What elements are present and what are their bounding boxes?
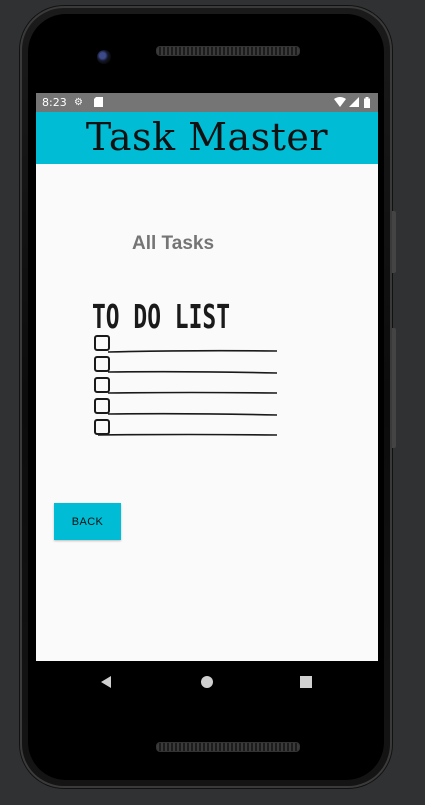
page-heading: All Tasks — [132, 233, 215, 254]
volume-button[interactable] — [392, 211, 396, 273]
battery-icon — [364, 93, 370, 112]
wifi-icon — [334, 93, 346, 112]
nav-back-icon[interactable] — [86, 661, 126, 703]
top-speaker — [156, 46, 300, 56]
bottom-speaker — [156, 742, 300, 752]
settings-icon: ⚙ — [74, 97, 83, 108]
app-screen: 8:23 ⚙ Task Master All Tasks TO DO LIST — [36, 93, 378, 661]
back-button[interactable]: BACK — [54, 503, 121, 540]
cell-signal-icon — [349, 93, 359, 112]
nav-home-icon[interactable] — [187, 661, 227, 703]
app-bar: Task Master — [36, 112, 378, 164]
todo-list-image: TO DO LIST — [90, 293, 280, 441]
emulator-frame: 8:23 ⚙ Task Master All Tasks TO DO LIST — [0, 0, 425, 805]
sd-card-icon — [94, 93, 103, 112]
app-title: Task Master — [85, 115, 329, 159]
todo-image-title: TO DO LIST — [92, 297, 230, 336]
navigation-bar — [36, 661, 378, 703]
status-time: 8:23 — [42, 96, 67, 109]
front-camera — [97, 50, 111, 64]
power-button[interactable] — [392, 328, 396, 448]
status-bar: 8:23 ⚙ — [36, 93, 378, 112]
nav-recents-icon[interactable] — [286, 661, 326, 703]
